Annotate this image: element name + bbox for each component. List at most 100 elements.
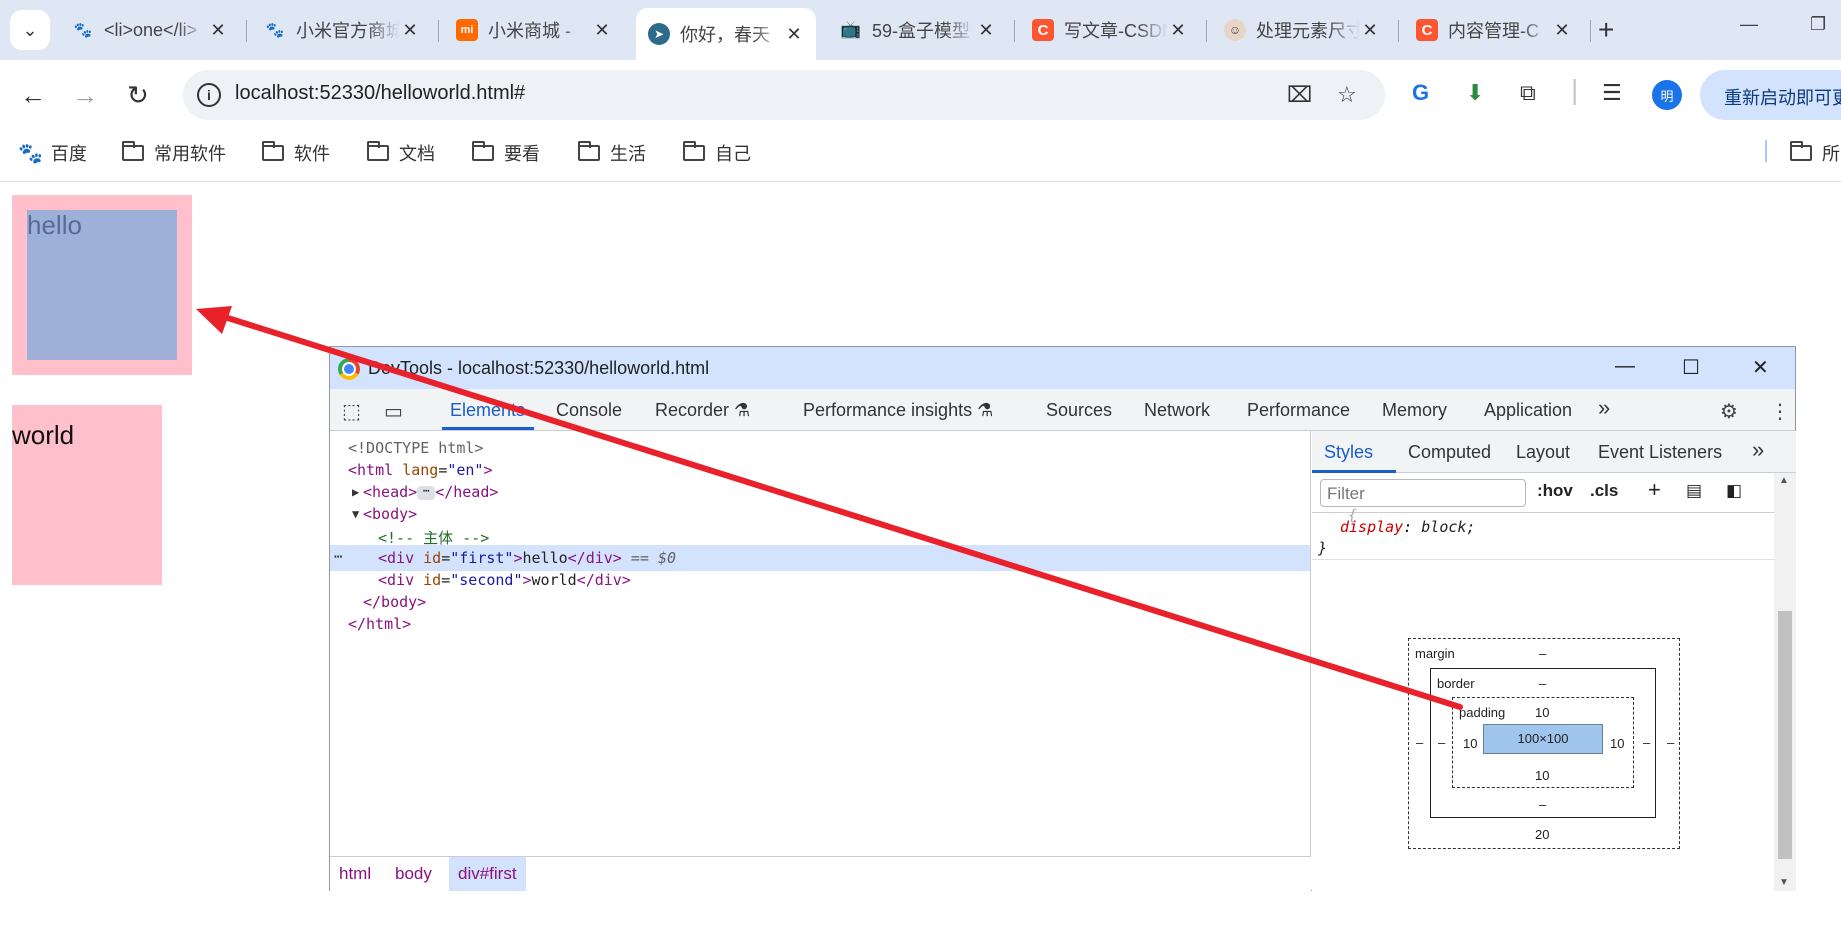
border-bottom-value[interactable]: – <box>1539 797 1546 812</box>
breadcrumb-html[interactable]: html <box>330 857 380 891</box>
close-icon[interactable]: ✕ <box>208 20 228 41</box>
profile-avatar[interactable]: 明 <box>1652 80 1682 110</box>
tab-search-button[interactable]: ⌄ <box>10 10 50 50</box>
tab-3[interactable]: mi 小米商城 - ✕ <box>444 10 624 50</box>
close-icon[interactable]: ✕ <box>400 20 420 41</box>
google-translate-extension-icon[interactable]: G <box>1412 80 1429 106</box>
bookmark-folder-all[interactable]: 所 <box>1790 140 1840 166</box>
new-rule-plus-icon[interactable]: + <box>1648 477 1661 503</box>
bookmark-folder-software[interactable]: 软件 <box>262 140 330 166</box>
tab-application[interactable]: Application <box>1484 400 1572 421</box>
maximize-icon[interactable]: ☐ <box>1682 355 1700 380</box>
close-icon[interactable]: ✕ <box>1552 20 1572 41</box>
more-tabs-chevron-icon[interactable]: » <box>1598 395 1610 421</box>
bookmark-folder-life[interactable]: 生活 <box>578 140 646 166</box>
tab-5[interactable]: 📺 59-盒子模型 ✕ <box>828 10 1008 50</box>
breadcrumb-div-first[interactable]: div#first <box>449 857 526 891</box>
minimize-icon[interactable]: — <box>1740 14 1758 35</box>
collapse-triangle-icon[interactable]: ▼ <box>352 507 359 521</box>
tab-performance-insights[interactable]: Performance insights ⚗ <box>803 400 993 421</box>
bookmark-folder-self[interactable]: 自己 <box>683 140 751 166</box>
site-info-icon[interactable]: i <box>197 83 221 107</box>
tag-end: > <box>513 549 523 567</box>
tab-6[interactable]: C 写文章-CSDN ✕ <box>1020 10 1200 50</box>
tab-memory[interactable]: Memory <box>1382 400 1447 421</box>
settings-gear-icon[interactable]: ⚙ <box>1720 399 1738 424</box>
bookmark-star-icon[interactable]: ☆ <box>1337 82 1357 108</box>
margin-left-value[interactable]: – <box>1416 735 1423 750</box>
inspect-element-icon[interactable]: ⬚ <box>342 399 361 424</box>
close-icon[interactable]: ✕ <box>784 24 804 45</box>
address-bar[interactable]: i localhost:52330/helloworld.html# ⌧ ☆ <box>183 70 1385 120</box>
tab-strip: ⌄ 🐾 <li>one</li> ✕ 🐾 小米官方商城 ✕ mi 小米商城 - … <box>0 0 1841 60</box>
device-toolbar-icon[interactable]: ▭ <box>384 399 403 424</box>
address-text[interactable]: localhost:52330/helloworld.html# <box>235 82 525 105</box>
tab-styles[interactable]: Styles <box>1324 442 1373 463</box>
new-tab-plus-icon[interactable]: + <box>1598 14 1614 46</box>
bookmark-folder-common[interactable]: 常用软件 <box>122 140 226 166</box>
close-icon[interactable]: ✕ <box>592 20 612 41</box>
collapsed-ellipsis[interactable]: ⋯ <box>417 485 436 500</box>
close-icon[interactable]: ✕ <box>1168 20 1188 41</box>
tab-console[interactable]: Console <box>556 400 622 421</box>
maximize-icon[interactable]: ❐ <box>1810 14 1826 35</box>
border-top-value[interactable]: – <box>1539 676 1546 691</box>
bookmark-baidu[interactable]: 🐾 百度 <box>18 140 87 166</box>
tab-8[interactable]: C 内容管理-C ✕ <box>1404 10 1584 50</box>
padding-top-value[interactable]: 10 <box>1535 705 1549 720</box>
tab-1[interactable]: 🐾 <li>one</li> ✕ <box>60 10 240 50</box>
styles-scrollbar[interactable]: ▲ ▼ <box>1774 473 1796 891</box>
tab-event-listeners[interactable]: Event Listeners <box>1598 442 1722 463</box>
padding-right-value[interactable]: 10 <box>1610 736 1624 751</box>
expand-triangle-icon[interactable]: ▶ <box>352 485 359 499</box>
padding-bottom-value[interactable]: 10 <box>1535 768 1549 783</box>
dom-node-html-close[interactable]: </html> <box>330 611 1310 637</box>
close-icon[interactable]: ✕ <box>1360 20 1380 41</box>
tab-2[interactable]: 🐾 小米官方商城 ✕ <box>252 10 432 50</box>
more-tabs-chevron-icon[interactable]: » <box>1752 437 1764 463</box>
border-left-value[interactable]: – <box>1438 735 1445 750</box>
tab-layout[interactable]: Layout <box>1516 442 1570 463</box>
cls-toggle[interactable]: .cls <box>1590 481 1618 501</box>
padding-left-value[interactable]: 10 <box>1463 736 1477 751</box>
tab-performance[interactable]: Performance <box>1247 400 1350 421</box>
relaunch-button[interactable]: 重新启动即可更 <box>1700 70 1841 120</box>
close-icon[interactable]: ✕ <box>976 20 996 41</box>
scroll-thumb[interactable] <box>1778 611 1792 859</box>
bookmark-label: 所 <box>1822 144 1840 164</box>
extensions-puzzle-icon[interactable]: ⧉ <box>1520 80 1536 106</box>
paint-brush-icon[interactable]: ▤ <box>1686 481 1702 501</box>
breadcrumb-body[interactable]: body <box>386 857 441 891</box>
forward-arrow-icon[interactable]: → <box>72 80 98 111</box>
media-controls-icon[interactable]: ☰ <box>1602 80 1622 106</box>
tab-elements[interactable]: Elements <box>450 400 525 421</box>
tab-network[interactable]: Network <box>1144 400 1210 421</box>
tab-computed[interactable]: Computed <box>1408 442 1491 463</box>
minimize-icon[interactable]: — <box>1615 355 1635 378</box>
scroll-up-arrow-icon[interactable]: ▲ <box>1779 475 1789 486</box>
css-declaration[interactable]: display: block; <box>1340 518 1475 536</box>
tab-4-active[interactable]: ➤ 你好，春天 ✕ <box>636 8 816 60</box>
back-arrow-icon[interactable]: ← <box>20 80 46 111</box>
styles-filter-input[interactable]: Filter <box>1320 479 1526 507</box>
margin-right-value[interactable]: – <box>1667 735 1674 750</box>
tab-7[interactable]: ☺ 处理元素尺寸 ✕ <box>1212 10 1392 50</box>
close-icon[interactable]: ✕ <box>1752 355 1769 380</box>
translate-icon[interactable]: ⌧ <box>1287 82 1312 108</box>
download-extension-icon[interactable]: ⬇ <box>1466 80 1484 106</box>
box-model-content[interactable]: 100×100 <box>1483 724 1603 754</box>
row-actions-icon[interactable]: ⋯ <box>334 549 342 565</box>
bookmark-folder-toread[interactable]: 要看 <box>472 140 540 166</box>
margin-top-value[interactable]: – <box>1539 646 1546 661</box>
reload-icon[interactable]: ↻ <box>127 80 149 111</box>
margin-bottom-value[interactable]: 20 <box>1535 827 1549 842</box>
toggle-sidebar-icon[interactable]: ◧ <box>1726 481 1742 501</box>
more-options-kebab-icon[interactable]: ⋮ <box>1770 399 1790 424</box>
tab-recorder[interactable]: Recorder ⚗ <box>655 400 750 421</box>
bookmark-label: 生活 <box>610 144 646 164</box>
scroll-down-arrow-icon[interactable]: ▼ <box>1779 877 1789 888</box>
tab-sources[interactable]: Sources <box>1046 400 1112 421</box>
border-right-value[interactable]: – <box>1643 735 1650 750</box>
hov-toggle[interactable]: :hov <box>1537 481 1573 501</box>
bookmark-folder-docs[interactable]: 文档 <box>367 140 435 166</box>
